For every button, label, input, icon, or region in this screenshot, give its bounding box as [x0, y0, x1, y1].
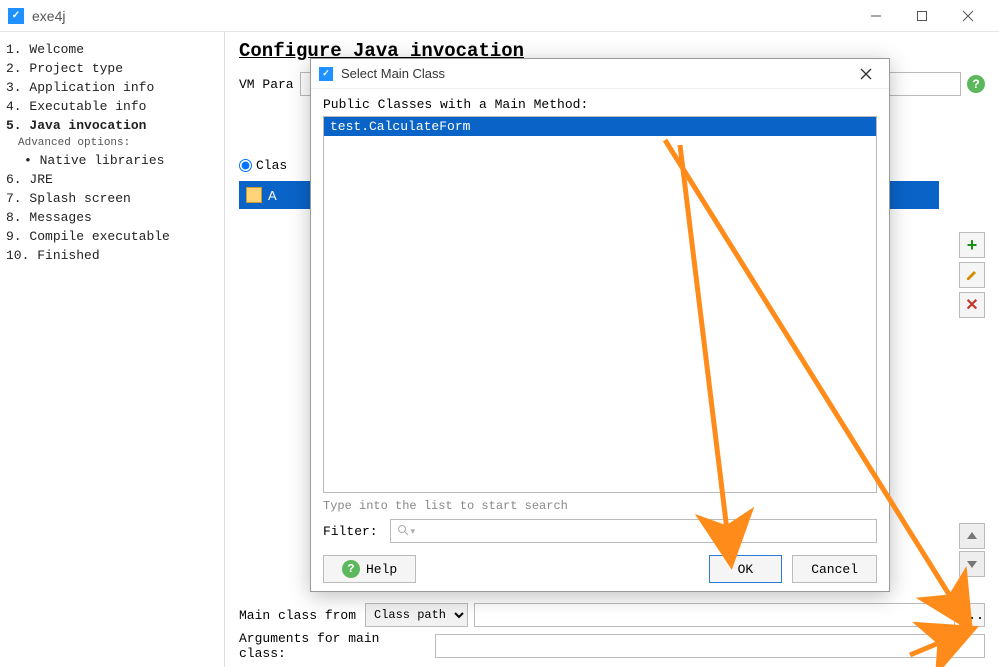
dialog-title: Select Main Class: [341, 66, 445, 81]
app-icon: ✓: [8, 8, 24, 24]
filter-label: Filter:: [323, 524, 378, 539]
close-button[interactable]: [945, 0, 991, 32]
move-down-button[interactable]: [959, 551, 985, 577]
search-icon: [397, 524, 409, 539]
step-project-type[interactable]: 2. Project type: [6, 59, 218, 78]
step-welcome[interactable]: 1. Welcome: [6, 40, 218, 59]
advanced-native-libraries[interactable]: • Native libraries: [6, 151, 218, 170]
select-main-class-dialog: ✓ Select Main Class Public Classes with …: [310, 58, 890, 592]
advanced-options-label: Advanced options:: [6, 135, 218, 151]
filter-input[interactable]: [415, 524, 870, 538]
main-class-source-combo[interactable]: Class path: [365, 603, 468, 627]
dialog-app-icon: ✓: [319, 67, 333, 81]
window-controls: [853, 0, 991, 32]
wizard-sidebar: 1. Welcome 2. Project type 3. Applicatio…: [0, 32, 225, 667]
delete-button[interactable]: ✕: [959, 292, 985, 318]
step-executable-info[interactable]: 4. Executable info: [6, 97, 218, 116]
cancel-button[interactable]: Cancel: [792, 555, 877, 583]
vm-params-label: VM Para: [239, 77, 294, 92]
help-icon[interactable]: ?: [967, 75, 985, 93]
help-icon: ?: [342, 560, 360, 578]
classpath-radio-label: Clas: [256, 158, 287, 173]
main-class-input[interactable]: [474, 603, 955, 627]
step-compile-executable[interactable]: 9. Compile executable: [6, 227, 218, 246]
step-splash-screen[interactable]: 7. Splash screen: [6, 189, 218, 208]
dialog-close-button[interactable]: [851, 59, 881, 89]
class-list-item[interactable]: test.CalculateForm: [324, 117, 876, 136]
step-jre[interactable]: 6. JRE: [6, 170, 218, 189]
move-up-button[interactable]: [959, 523, 985, 549]
classpath-item-label: A: [268, 188, 277, 203]
class-list-label: Public Classes with a Main Method:: [323, 97, 877, 112]
step-application-info[interactable]: 3. Application info: [6, 78, 218, 97]
jar-file-icon: [246, 187, 262, 203]
ok-button[interactable]: OK: [709, 555, 783, 583]
step-finished[interactable]: 10. Finished: [6, 246, 218, 265]
classpath-radio[interactable]: [239, 159, 252, 172]
main-class-label: Main class from: [239, 608, 359, 623]
help-button[interactable]: ? Help: [323, 555, 416, 583]
step-messages[interactable]: 8. Messages: [6, 208, 218, 227]
browse-main-class-button[interactable]: ...: [959, 603, 985, 627]
window-titlebar: ✓ exe4j: [0, 0, 999, 32]
help-button-label: Help: [366, 562, 397, 577]
args-input[interactable]: [435, 634, 985, 658]
app-title: exe4j: [32, 8, 65, 24]
args-label: Arguments for main class:: [239, 631, 429, 661]
minimize-button[interactable]: [853, 0, 899, 32]
step-java-invocation[interactable]: 5. Java invocation: [6, 116, 218, 135]
dialog-titlebar: ✓ Select Main Class: [311, 59, 889, 89]
search-hint: Type into the list to start search: [323, 499, 877, 513]
filter-input-wrapper: ▾: [390, 519, 877, 543]
maximize-button[interactable]: [899, 0, 945, 32]
edit-button[interactable]: [959, 262, 985, 288]
add-button[interactable]: +: [959, 232, 985, 258]
class-list[interactable]: test.CalculateForm: [323, 116, 877, 493]
